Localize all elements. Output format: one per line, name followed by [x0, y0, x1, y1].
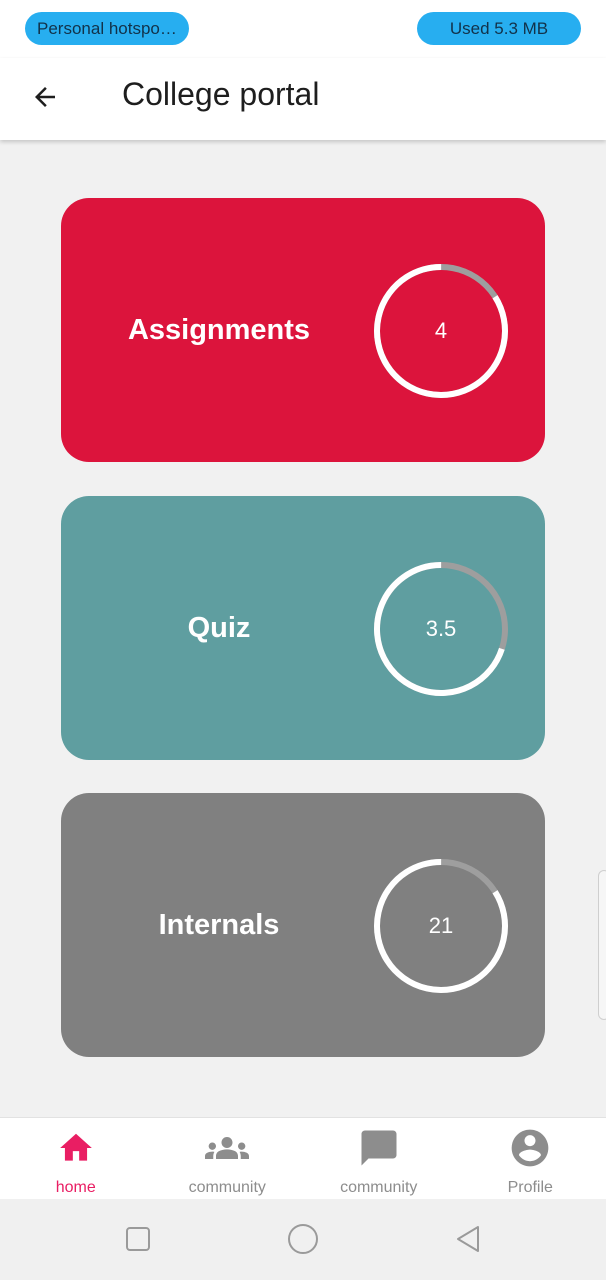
edge-panel-handle[interactable] — [598, 870, 606, 1020]
page-title: College portal — [122, 76, 320, 112]
back-button[interactable] — [22, 74, 68, 120]
group-icon — [205, 1137, 250, 1159]
nav-label: home — [55, 1179, 96, 1196]
nav-label: Profile — [507, 1179, 553, 1196]
status-bar: Personal hotspot... Used 5.3 MB — [0, 0, 606, 58]
progress-ring: 4 — [371, 261, 511, 401]
bottom-navigation: home community community Profile — [0, 1117, 606, 1199]
assignments-card[interactable]: Assignments 4 — [61, 198, 545, 462]
progress-ring: 21 — [371, 856, 511, 996]
progress-ring: 3.5 — [371, 559, 511, 699]
back-triangle-icon — [457, 1226, 479, 1252]
system-back-button[interactable] — [450, 1221, 486, 1257]
card-value: 4 — [434, 318, 448, 343]
card-value: 3.5 — [425, 616, 457, 641]
account-circle-icon — [511, 1129, 549, 1167]
nav-item-community[interactable]: community — [152, 1118, 304, 1200]
chat-icon — [361, 1130, 397, 1166]
card-label: Quiz — [187, 611, 251, 644]
hotspot-indicator[interactable]: Personal hotspot... — [25, 12, 189, 45]
nav-item-community-chat[interactable]: community — [303, 1118, 455, 1200]
card-value: 21 — [428, 913, 454, 938]
arrow-left-icon — [35, 87, 55, 107]
home-icon — [59, 1133, 92, 1161]
data-usage-indicator[interactable]: Used 5.3 MB — [417, 12, 581, 45]
card-label: Internals — [158, 908, 280, 941]
internals-card[interactable]: Internals 21 — [61, 793, 545, 1057]
nav-item-home[interactable]: home — [0, 1118, 152, 1200]
nav-label: community — [340, 1179, 418, 1196]
system-home-button[interactable] — [285, 1221, 321, 1257]
card-label: Assignments — [127, 313, 311, 346]
recent-apps-button[interactable] — [120, 1221, 156, 1257]
system-navigation-bar — [0, 1199, 606, 1280]
nav-item-profile[interactable]: Profile — [455, 1118, 606, 1200]
nav-label: community — [188, 1179, 266, 1196]
recent-apps-icon — [126, 1227, 150, 1251]
home-circle-icon — [288, 1224, 318, 1254]
app-bar: College portal — [0, 58, 606, 140]
quiz-card[interactable]: Quiz 3.5 — [61, 496, 545, 760]
